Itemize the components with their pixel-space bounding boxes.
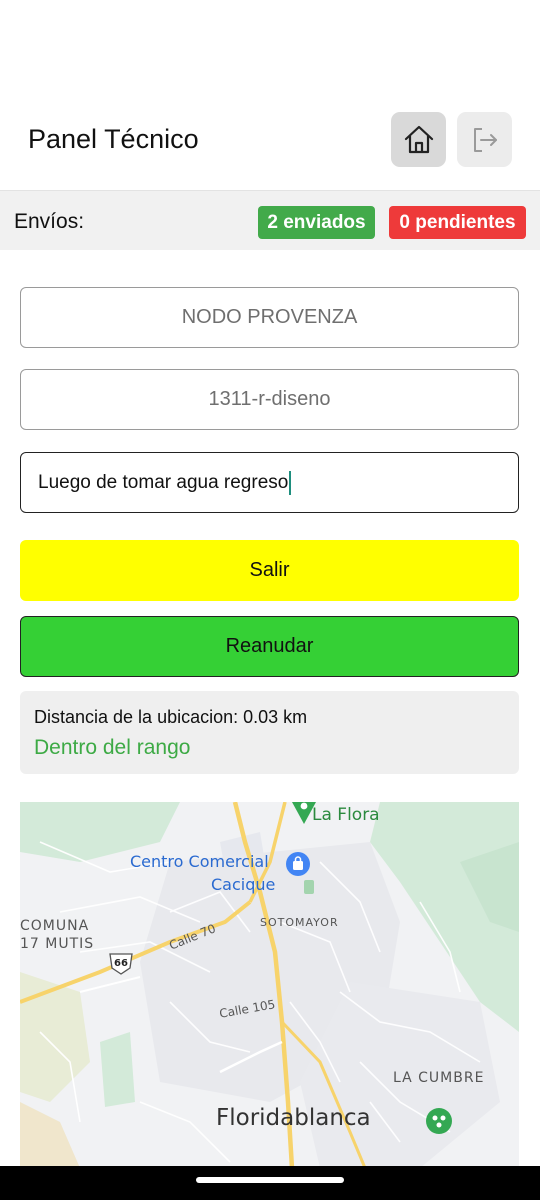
text-caret [289, 470, 292, 495]
exit-button[interactable]: Salir [20, 540, 519, 601]
envios-label: Envíos: [14, 210, 85, 233]
envios-summary: Envíos: 2 enviados 0 pendientes [0, 190, 540, 250]
app-header: Panel Técnico [0, 110, 540, 172]
pending-badge: 0 pendientes [389, 206, 526, 239]
distance-text: Distancia de la ubicacion: 0.03 km [34, 707, 308, 727]
distance-card: Distancia de la ubicacion: 0.03 km Dentr… [20, 691, 519, 774]
home-icon [404, 125, 433, 153]
home-indicator[interactable] [196, 1177, 344, 1183]
home-button[interactable] [391, 112, 446, 167]
map-label-sotomayor: SOTOMAYOR [260, 916, 339, 929]
note-input[interactable]: Luego de tomar agua regreso [20, 452, 519, 513]
map-label-la-flora: La Flora [312, 805, 380, 825]
page-title: Panel Técnico [28, 124, 199, 154]
sent-badge: 2 enviados [258, 206, 375, 239]
map-label-cacique: Cacique [211, 875, 276, 894]
map-label-floridablanca: Floridablanca [216, 1105, 371, 1131]
route-66-shield: 66 [114, 958, 128, 969]
code-field[interactable]: 1311-r-diseno [20, 369, 519, 430]
map-label-centro-comercial: Centro Comercial [130, 852, 269, 871]
range-status: Dentro del rango [34, 736, 191, 759]
logout-icon [473, 127, 497, 152]
map-label-mutis: 17 MUTIS [20, 936, 95, 952]
note-input-value: Luego de tomar agua regreso [38, 471, 289, 493]
logout-button[interactable] [457, 112, 512, 167]
system-nav-bar [0, 1166, 540, 1200]
map-label-la-cumbre: LA CUMBRE [393, 1070, 485, 1086]
map-label-comuna: COMUNA [20, 918, 90, 934]
node-field[interactable]: NODO PROVENZA [20, 287, 519, 348]
map-view[interactable]: La Flora Centro Comercial Cacique COMUNA… [20, 802, 519, 1168]
resume-button[interactable]: Reanudar [20, 616, 519, 677]
